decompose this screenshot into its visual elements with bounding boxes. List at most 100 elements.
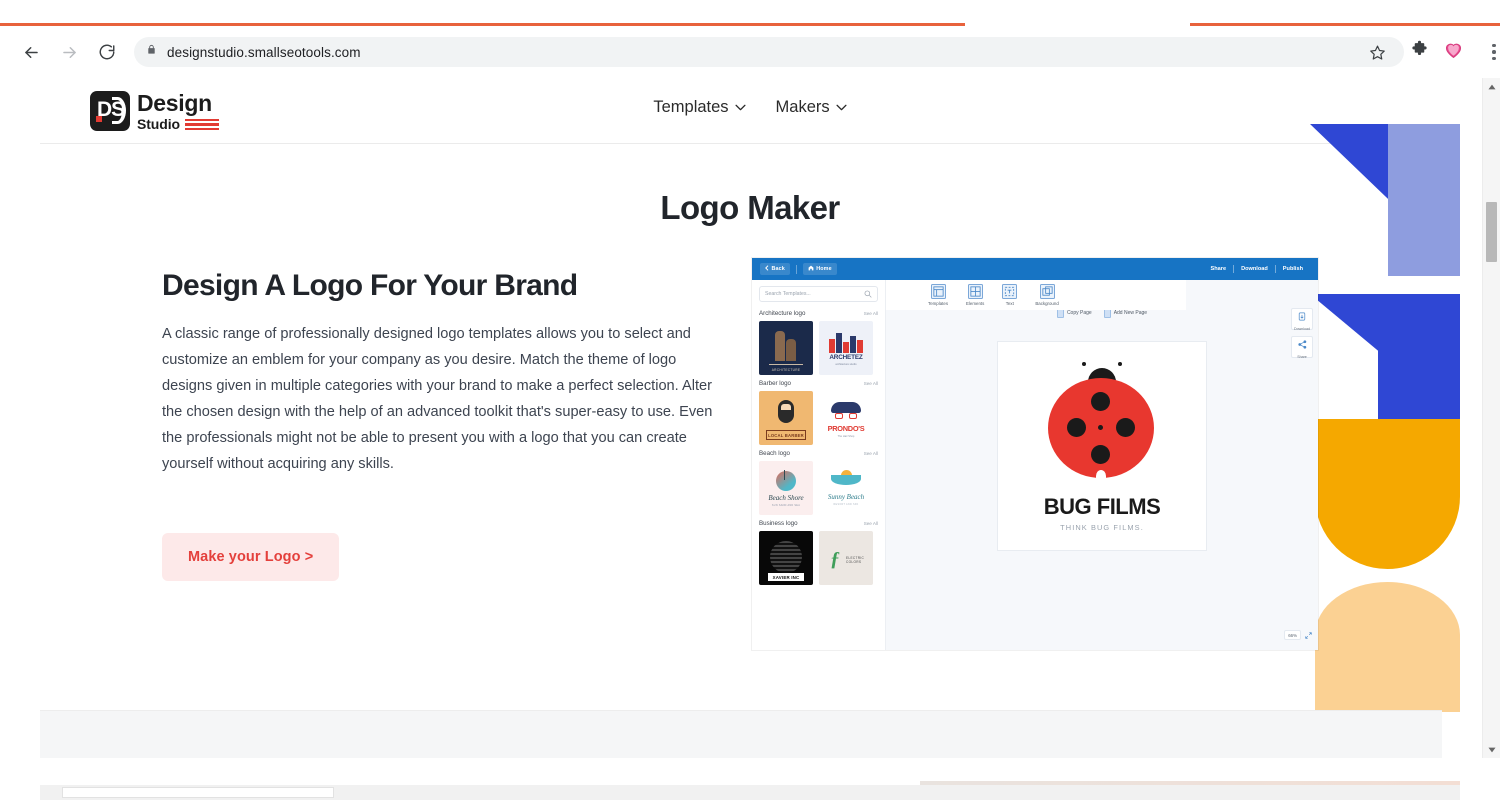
bottom-color-strip <box>920 781 1460 785</box>
nav-item-makers[interactable]: Makers <box>776 98 847 117</box>
omnibox-actions <box>1362 37 1392 67</box>
page-viewport: DS Design Studio Templates Makers Logo M… <box>40 78 1460 758</box>
see-all-link[interactable]: See All <box>864 311 878 316</box>
thumbnail-tagline: architecture studio <box>835 363 857 366</box>
thumbnail-label: Beach Shore <box>768 494 804 502</box>
site-nav: Templates Makers <box>40 98 1460 117</box>
see-all-link[interactable]: See All <box>864 381 878 386</box>
thumbnail-tagline: The Hair Shop <box>837 435 855 438</box>
star-icon[interactable] <box>1362 37 1392 67</box>
mockup-home-label: Home <box>816 266 832 272</box>
chevron-left-icon <box>765 265 769 273</box>
template-thumbnail-local-barber[interactable]: LOCAL BARBER <box>759 391 813 445</box>
add-new-page-label: Add New Page <box>1113 310 1148 316</box>
nav-item-templates-label: Templates <box>653 98 729 116</box>
mockup-topbar-actions: Share Download Publish <box>1204 265 1310 273</box>
mockup-publish-action[interactable]: Publish <box>1276 266 1310 272</box>
category-label: Beach logo <box>759 450 790 457</box>
horizontal-scrollbar-thumb[interactable] <box>62 787 334 798</box>
template-thumbnail-beach-shore[interactable]: Beach Shore SUN SAND AND SEA <box>759 461 813 515</box>
tool-background-label: Background <box>1035 301 1059 306</box>
canvas-share-label: Share <box>1297 354 1307 359</box>
template-thumbnail-row: ARCHITECTURE ARCHETEZ architecture studi… <box>759 321 878 375</box>
blue-block-shape <box>1378 294 1460 419</box>
tool-templates[interactable]: Templates <box>928 284 948 306</box>
download-icon <box>1298 308 1306 326</box>
template-thumbnail-prondos[interactable]: PRONDO'S The Hair Shop <box>819 391 873 445</box>
canvas-download-label: Download <box>1294 326 1310 331</box>
search-templates-input[interactable]: Search Templates... <box>759 286 878 302</box>
template-thumbnail-row: LOCAL BARBER PRONDO'S The Hair Shop <box>759 391 878 445</box>
heart-icon[interactable] <box>1443 39 1464 65</box>
thumbnail-label: LOCAL BARBER <box>768 432 804 438</box>
light-blue-parallelogram-shape <box>1388 124 1460 276</box>
category-header-business: Business logo See All <box>759 520 878 527</box>
canvas-artboard[interactable]: BUG FILMS THINK BUG FILMS. <box>998 342 1206 550</box>
make-your-logo-button[interactable]: Make your Logo > <box>162 533 340 581</box>
tool-background[interactable]: Background <box>1035 284 1059 306</box>
category-label: Barber logo <box>759 380 791 387</box>
elements-grid-icon <box>967 284 983 299</box>
template-thumbnail-row: XAVIER INC ƒ ELECTRIC COLORS <box>759 531 878 585</box>
nav-item-makers-label: Makers <box>775 98 830 116</box>
back-arrow-icon[interactable] <box>14 35 48 69</box>
tool-text[interactable]: Text <box>1002 284 1018 306</box>
mockup-canvas-area: Copy Page Add New Page Download Share BU… <box>886 280 1318 650</box>
vertical-scrollbar-thumb[interactable] <box>1486 202 1497 262</box>
hero-paragraph: A classic range of professionally design… <box>162 326 713 472</box>
mockup-download-action[interactable]: Download <box>1234 266 1275 272</box>
canvas-side-rail: Download Share <box>1291 308 1313 359</box>
reload-icon[interactable] <box>90 35 124 69</box>
canvas-zoom-control[interactable]: 66% <box>1284 626 1312 644</box>
scroll-up-arrow-icon[interactable] <box>1483 78 1500 95</box>
search-icon <box>864 285 872 303</box>
browser-toolbar: designstudio.smallseotools.com <box>0 26 1500 78</box>
logo-name-line2: Studio <box>137 116 180 132</box>
category-header-barber: Barber logo See All <box>759 380 878 387</box>
horizontal-scrollbar[interactable] <box>40 785 1460 800</box>
logo-red-bars-icon <box>184 118 219 131</box>
template-thumbnail-sunny-beach[interactable]: Sunny Beach RESORT AND SPA <box>819 461 873 515</box>
template-thumbnail-archetez[interactable]: ARCHETEZ architecture studio <box>819 321 873 375</box>
mockup-back-button[interactable]: Back <box>760 263 790 275</box>
url-text: designstudio.smallseotools.com <box>167 44 361 60</box>
logo-tagline-text: THINK BUG FILMS. <box>1060 523 1144 532</box>
desktop-backdrop-left <box>0 0 965 26</box>
puzzle-piece-icon[interactable] <box>1410 40 1429 64</box>
mockup-template-sidebar[interactable]: Search Templates... Architecture logo Se… <box>752 280 886 650</box>
canvas-share-button[interactable]: Share <box>1291 336 1313 359</box>
nav-item-templates[interactable]: Templates <box>653 98 746 117</box>
thumbnail-tagline: SUN SAND AND SEA <box>771 504 801 507</box>
mockup-share-action[interactable]: Share <box>1204 266 1234 272</box>
search-templates-placeholder: Search Templates... <box>765 291 811 297</box>
app-mockup: Back Home Share Download Publish Templat… <box>752 258 1318 650</box>
home-icon <box>808 265 814 273</box>
lock-icon <box>146 43 157 61</box>
mockup-home-button[interactable]: Home <box>802 263 837 275</box>
see-all-link[interactable]: See All <box>864 521 878 526</box>
template-thumbnail-electric-colors[interactable]: ƒ ELECTRIC COLORS <box>819 531 873 585</box>
templates-grid-icon <box>930 284 946 299</box>
three-dot-menu-icon[interactable] <box>1478 43 1500 61</box>
tool-elements[interactable]: Elements <box>966 284 984 306</box>
template-thumbnail-xavier-inc[interactable]: XAVIER INC <box>759 531 813 585</box>
see-all-link[interactable]: See All <box>864 451 878 456</box>
address-bar[interactable]: designstudio.smallseotools.com <box>134 37 1404 67</box>
tool-templates-label: Templates <box>928 301 949 306</box>
vertical-scrollbar[interactable] <box>1482 78 1500 758</box>
extension-icons <box>1404 39 1500 65</box>
copy-page-label: Copy Page <box>1066 310 1092 316</box>
expand-arrows-icon[interactable] <box>1305 626 1312 644</box>
category-label: Architecture logo <box>759 310 806 317</box>
forward-arrow-icon[interactable] <box>52 35 86 69</box>
thumbnail-label: ELECTRIC COLORS <box>846 556 865 564</box>
thumbnail-label: ARCHITECTURE <box>771 368 801 372</box>
template-thumbnail-architecture[interactable]: ARCHITECTURE <box>759 321 813 375</box>
background-layers-icon <box>1039 284 1055 299</box>
thumbnail-label: Sunny Beach <box>827 493 865 501</box>
text-box-icon <box>1002 284 1018 299</box>
canvas-download-button[interactable]: Download <box>1291 308 1313 331</box>
scroll-down-arrow-icon[interactable] <box>1483 741 1500 758</box>
orange-half-circle-shape <box>1315 419 1460 569</box>
chevron-down-icon <box>734 102 746 114</box>
